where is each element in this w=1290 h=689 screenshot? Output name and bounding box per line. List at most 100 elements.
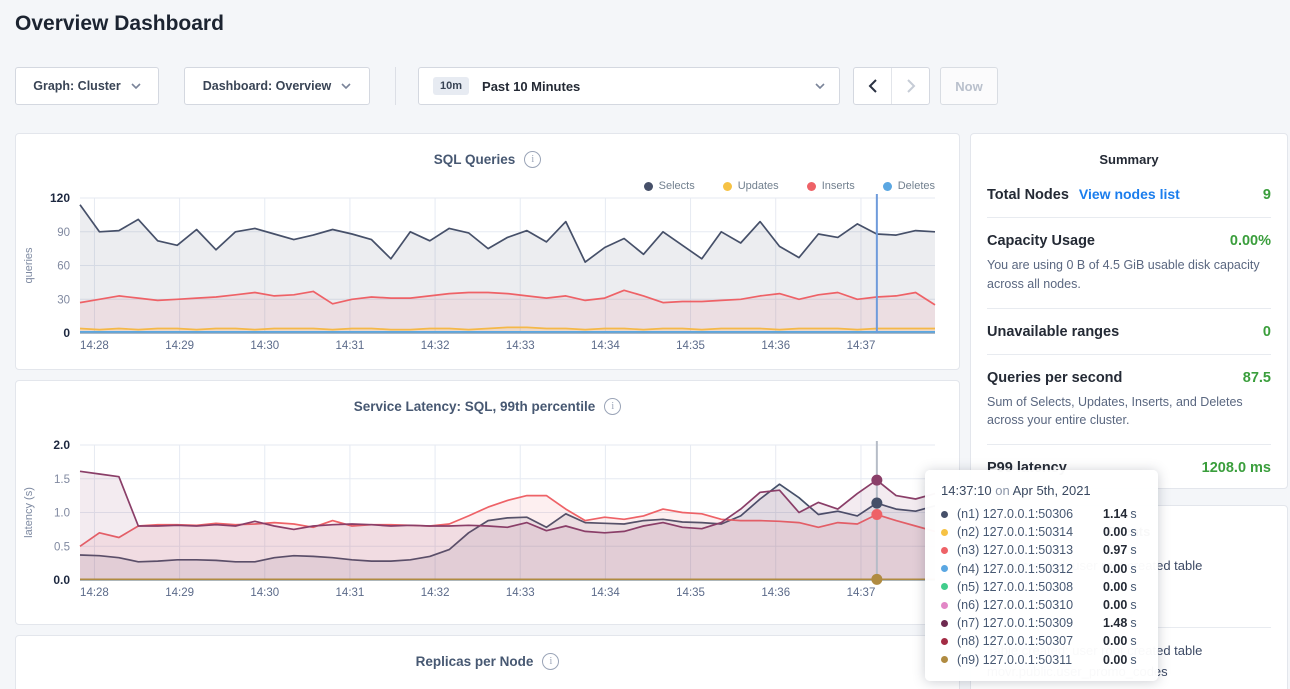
replicas-per-node-header: Replicas per Node i xyxy=(16,636,959,670)
controls-bar: Graph: Cluster Dashboard: Overview 10m P… xyxy=(0,67,1290,107)
summary-row-label: Capacity Usage xyxy=(987,233,1095,249)
time-step-forward-button[interactable] xyxy=(891,68,929,104)
tooltip-node-address: (n5) 127.0.0.1:50308 xyxy=(957,580,1103,594)
chevron-right-icon xyxy=(906,78,916,94)
tooltip-node-value: 0.97 xyxy=(1103,543,1127,557)
info-icon[interactable]: i xyxy=(542,653,559,670)
summary-row: Capacity Usage 0.00% You are using 0 B of … xyxy=(987,218,1271,309)
svg-text:14:31: 14:31 xyxy=(336,340,365,352)
summary-title: Summary xyxy=(971,134,1287,167)
tooltip-timestamp: 14:37:10 on Apr 5th, 2021 xyxy=(941,483,1158,498)
summary-rows: Total NodesView nodes list9Capacity Usag… xyxy=(971,167,1287,490)
sql-queries-legend: SelectsUpdatesInsertsDeletes xyxy=(644,180,935,192)
sql-queries-panel: SQL Queries i SelectsUpdatesInsertsDelet… xyxy=(15,133,960,370)
svg-text:30: 30 xyxy=(57,294,70,306)
graph-scope-dropdown-label: Graph: Cluster xyxy=(33,79,121,93)
overview-dashboard-screen: Overview Dashboard Graph: Cluster Dashbo… xyxy=(0,0,1290,689)
series-color-dot-icon xyxy=(941,583,948,590)
tooltip-node-address: (n6) 127.0.0.1:50310 xyxy=(957,598,1103,612)
replicas-per-node-panel: Replicas per Node i xyxy=(15,635,960,689)
chevron-down-icon xyxy=(815,83,825,89)
summary-row: Total NodesView nodes list9 xyxy=(987,171,1271,218)
summary-row-value: 0.00% xyxy=(1230,233,1271,249)
service-latency-header: Service Latency: SQL, 99th percentile i xyxy=(16,381,959,415)
legend-dot-icon xyxy=(883,182,892,191)
tooltip-node-unit: s xyxy=(1130,598,1136,612)
service-latency-panel: Service Latency: SQL, 99th percentile i … xyxy=(15,380,960,625)
tooltip-node-value: 0.00 xyxy=(1103,598,1127,612)
dashboard-dropdown[interactable]: Dashboard: Overview xyxy=(184,67,370,105)
controls-divider xyxy=(395,67,396,105)
summary-row-value: 9 xyxy=(1263,187,1271,203)
series-color-dot-icon xyxy=(941,511,948,518)
svg-text:14:30: 14:30 xyxy=(250,340,279,352)
svg-text:14:29: 14:29 xyxy=(165,587,194,599)
time-step-back-button[interactable] xyxy=(854,68,891,104)
tooltip-node-address: (n7) 127.0.0.1:50309 xyxy=(957,616,1103,630)
summary-row: Queries per second87.5Sum of Selects, Up… xyxy=(987,355,1271,446)
tooltip-node-row: (n4) 127.0.0.1:503120.00s xyxy=(941,560,1158,578)
tooltip-node-row: (n7) 127.0.0.1:503091.48s xyxy=(941,614,1158,632)
svg-text:1.5: 1.5 xyxy=(54,474,70,486)
legend-item: Deletes xyxy=(883,180,935,192)
tooltip-node-unit: s xyxy=(1130,525,1136,539)
legend-label: Deletes xyxy=(898,180,935,192)
page-title: Overview Dashboard xyxy=(15,12,224,36)
legend-label: Inserts xyxy=(822,180,855,192)
tooltip-node-address: (n4) 127.0.0.1:50312 xyxy=(957,562,1103,576)
service-latency-chart[interactable]: 0.00.51.01.52.014:2814:2914:3014:3114:32… xyxy=(16,432,959,604)
y-axis-label: queries xyxy=(23,247,35,284)
svg-text:2.0: 2.0 xyxy=(53,438,70,452)
time-step-buttons xyxy=(853,67,930,105)
svg-text:14:35: 14:35 xyxy=(676,587,705,599)
tooltip-node-unit: s xyxy=(1130,616,1136,630)
tooltip-node-value: 0.00 xyxy=(1103,525,1127,539)
svg-text:14:33: 14:33 xyxy=(506,587,535,599)
tooltip-node-value: 0.00 xyxy=(1103,653,1127,667)
tooltip-node-rows: (n1) 127.0.0.1:503061.14s(n2) 127.0.0.1:… xyxy=(941,505,1158,669)
legend-label: Updates xyxy=(738,180,779,192)
time-range-selector[interactable]: 10m Past 10 Minutes xyxy=(418,67,840,105)
legend-dot-icon xyxy=(807,182,816,191)
svg-text:0.0: 0.0 xyxy=(53,573,70,587)
replicas-per-node-title: Replicas per Node xyxy=(416,654,534,669)
summary-row-label: Queries per second xyxy=(987,370,1122,386)
summary-row-label: Unavailable ranges xyxy=(987,324,1119,340)
svg-text:0.5: 0.5 xyxy=(54,541,70,553)
tooltip-node-row: (n2) 127.0.0.1:503140.00s xyxy=(941,523,1158,541)
chevron-down-icon xyxy=(131,83,141,89)
svg-text:14:37: 14:37 xyxy=(847,340,876,352)
tooltip-node-value: 0.00 xyxy=(1103,634,1127,648)
series-color-dot-icon xyxy=(941,656,948,663)
svg-text:14:28: 14:28 xyxy=(80,587,109,599)
graph-scope-dropdown[interactable]: Graph: Cluster xyxy=(15,67,159,105)
info-icon[interactable]: i xyxy=(524,151,541,168)
series-color-dot-icon xyxy=(941,529,948,536)
tooltip-node-value: 1.48 xyxy=(1103,616,1127,630)
summary-row-value: 1208.0 ms xyxy=(1202,460,1271,476)
now-button[interactable]: Now xyxy=(940,67,998,105)
tooltip-node-unit: s xyxy=(1130,543,1136,557)
tooltip-node-address: (n9) 127.0.0.1:50311 xyxy=(957,653,1103,667)
tooltip-node-address: (n8) 127.0.0.1:50307 xyxy=(957,634,1103,648)
svg-text:0: 0 xyxy=(63,326,70,340)
tooltip-node-unit: s xyxy=(1130,507,1136,521)
info-icon[interactable]: i xyxy=(604,398,621,415)
tooltip-node-row: (n6) 127.0.0.1:503100.00s xyxy=(941,596,1158,614)
view-nodes-list-link[interactable]: View nodes list xyxy=(1079,186,1180,202)
service-latency-title: Service Latency: SQL, 99th percentile xyxy=(354,399,596,414)
tooltip-node-row: (n8) 127.0.0.1:503070.00s xyxy=(941,632,1158,650)
svg-text:1.0: 1.0 xyxy=(54,508,70,520)
sql-queries-chart[interactable]: 030609012014:2814:2914:3014:3114:3214:33… xyxy=(16,192,959,362)
chevron-down-icon xyxy=(341,83,351,89)
time-range-badge: 10m xyxy=(433,77,469,95)
tooltip-node-row: (n9) 127.0.0.1:503110.00s xyxy=(941,651,1158,669)
summary-row: Unavailable ranges0 xyxy=(987,309,1271,355)
time-range-label: Past 10 Minutes xyxy=(482,79,580,94)
summary-row-description: You are using 0 B of 4.5 GiB usable disk… xyxy=(987,256,1271,294)
event-item-timestamp xyxy=(987,682,1271,689)
svg-text:14:34: 14:34 xyxy=(591,587,620,599)
legend-item: Updates xyxy=(723,180,779,192)
svg-text:14:36: 14:36 xyxy=(761,587,790,599)
chart-hover-tooltip: 14:37:10 on Apr 5th, 2021 (n1) 127.0.0.1… xyxy=(925,470,1158,681)
